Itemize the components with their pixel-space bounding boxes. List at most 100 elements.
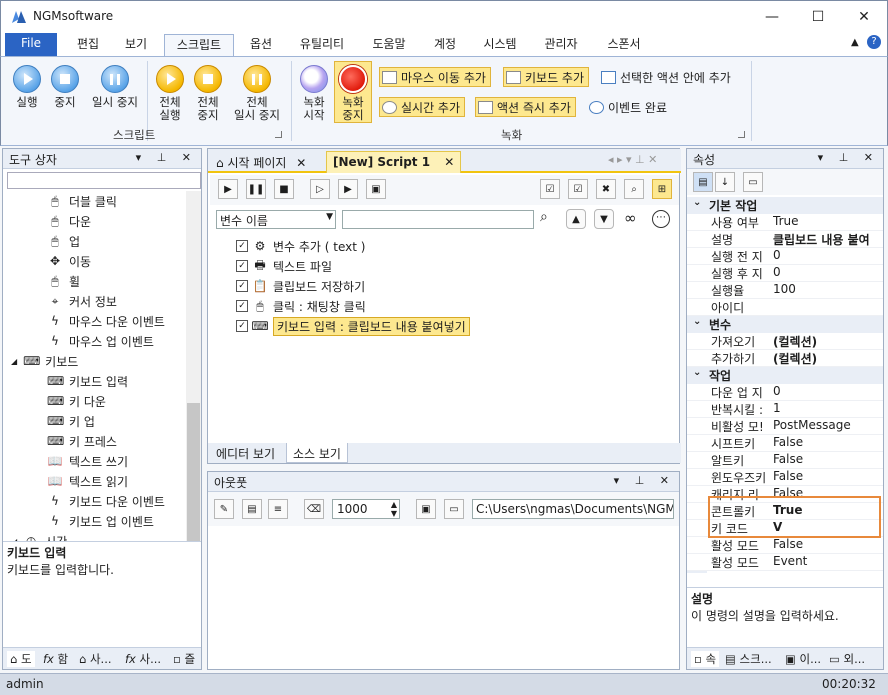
record-stop-button[interactable]: 녹화 중지	[335, 65, 371, 122]
toolbox-item[interactable]: ✥ 이동	[3, 251, 185, 271]
tab-favorites[interactable]: ▫ 즐	[173, 651, 195, 667]
property-row[interactable]: 가져오기 (컬렉션)	[687, 333, 883, 350]
property-pages-icon[interactable]: ▭	[743, 172, 763, 192]
property-row[interactable]: 추가하기 (컬렉션)	[687, 350, 883, 367]
property-row[interactable]: 알트키 False	[687, 452, 883, 469]
toolbox-item[interactable]: ⌨ 키 프레스	[3, 431, 185, 451]
add-mouse-move-button[interactable]: 마우스 이동 추가	[379, 67, 491, 87]
script-row[interactable]: ✓ 🖱 클릭 : 채팅창 클릭	[236, 297, 366, 315]
new-log-icon[interactable]: ▤	[242, 499, 262, 519]
property-row[interactable]: 윈도우즈키 False	[687, 469, 883, 486]
property-row[interactable]: 활성 모드 False	[687, 537, 883, 554]
check-icon[interactable]: ☑	[568, 179, 588, 199]
open-folder-icon[interactable]: ▭	[444, 499, 464, 519]
add-in-selected-button[interactable]: 선택한 액션 안에 추가	[599, 67, 735, 87]
toolbox-item[interactable]: ⌨ 키 다운	[3, 391, 185, 411]
toolbox-item[interactable]: 📖 텍스트 읽기	[3, 471, 185, 491]
stepper-arrows-icon[interactable]: ▲ ▼	[391, 500, 397, 518]
editor-pause-icon[interactable]: ❚❚	[246, 179, 266, 199]
script-row[interactable]: ✓ ⚙ 변수 추가 ( text )	[236, 237, 365, 255]
tab-sponsor[interactable]: 스폰서	[597, 34, 651, 56]
property-value[interactable]: False	[773, 435, 883, 449]
variable-value-input[interactable]	[342, 210, 534, 229]
toolbox-item[interactable]: 🖱 휠	[3, 271, 185, 291]
close-button[interactable]: ✕	[841, 1, 887, 33]
help-icon[interactable]: ?	[867, 35, 881, 49]
run-button[interactable]: 실행	[7, 65, 47, 109]
property-row[interactable]: 실행 후 지 0	[687, 265, 883, 282]
collapse-icon[interactable]: ⌄	[693, 316, 701, 327]
tab-properties[interactable]: ▫ 속	[691, 651, 720, 667]
tab-utility[interactable]: 유틸리티	[291, 34, 353, 56]
property-value[interactable]: 1	[773, 401, 883, 415]
eraser-icon[interactable]: ⌫	[304, 499, 324, 519]
add-action-now-button[interactable]: 액션 즉시 추가	[475, 97, 576, 117]
loop-icon[interactable]: ∞	[624, 209, 637, 227]
toolbox-item[interactable]: 🖱 다운	[3, 211, 185, 231]
tab-images[interactable]: ▣ 이...	[785, 651, 821, 667]
editor-stop-icon[interactable]: ■	[274, 179, 294, 199]
tab-nav-icons[interactable]: ◂ ▸ ▾ ⊥ ✕	[608, 153, 657, 166]
property-category[interactable]: ⌄ 작업	[687, 367, 883, 384]
property-value[interactable]: 100	[773, 282, 883, 296]
tab-file[interactable]: File	[5, 33, 57, 56]
row-checkbox[interactable]: ✓	[236, 300, 248, 312]
run-all-button[interactable]: 전체 실행	[151, 65, 189, 122]
maximize-button[interactable]: ☐	[795, 1, 841, 33]
panel-controls[interactable]: ▾ ⊥ ✕	[614, 474, 675, 487]
pause-button[interactable]: 일시 중지	[87, 65, 143, 109]
tab-source-view[interactable]: 소스 보기	[286, 443, 348, 463]
toolbox-item[interactable]: ϟ 키보드 업 이벤트	[3, 511, 185, 531]
tab-users[interactable]: ⌂ 사...	[79, 651, 112, 667]
delete-icon[interactable]: ✖	[596, 179, 616, 199]
toolbox-search-input[interactable]	[7, 172, 201, 189]
record-group-launcher-icon[interactable]	[738, 131, 745, 138]
property-row[interactable]: 비활성 모! PostMessage	[687, 418, 883, 435]
tab-system[interactable]: 시스템	[475, 34, 525, 56]
tab-script-1[interactable]: [New] Script 1 ✕	[326, 151, 462, 173]
script-row[interactable]: ✓ 📋 클립보드 저장하기	[236, 277, 365, 295]
property-value[interactable]: 0	[773, 248, 883, 262]
search-icon[interactable]: ⌕	[540, 209, 548, 225]
property-value[interactable]: (컬렉션)	[773, 350, 883, 367]
property-category[interactable]: ⌄ 기본 작업	[687, 197, 883, 214]
script-row[interactable]: ✓ 🖶 텍스트 파일	[236, 257, 332, 275]
property-row[interactable]: 활성 모드 Event	[687, 554, 883, 571]
script-row[interactable]: ✓ ⌨ 키보드 입력 : 클립보드 내용 붙여넣기	[236, 316, 470, 336]
move-up-icon[interactable]: ▲	[566, 209, 586, 229]
output-interval-stepper[interactable]: 1000 ▲ ▼	[332, 499, 400, 519]
tree-view-icon[interactable]: ⊞	[652, 179, 672, 199]
sort-az-icon[interactable]: ↓	[715, 172, 735, 192]
tab-user-functions[interactable]: fx 사...	[125, 651, 161, 667]
property-row[interactable]: 사용 여부 True	[687, 214, 883, 231]
editor-step-over-icon[interactable]: ▣	[366, 179, 386, 199]
wrap-lines-icon[interactable]: ≡	[268, 499, 288, 519]
property-row[interactable]: 실행율 100	[687, 282, 883, 299]
find-icon[interactable]: ⌕	[624, 179, 644, 199]
tab-editor-view[interactable]: 에디터 보기	[210, 443, 281, 463]
toolbox-item[interactable]: 🖱 더블 클릭	[3, 191, 185, 211]
toolbox-item[interactable]: ◢◷시간	[3, 531, 185, 541]
toolbox-item[interactable]: 📖 텍스트 쓰기	[3, 451, 185, 471]
save-icon[interactable]: ▣	[416, 499, 436, 519]
ribbon-collapse-icon[interactable]: ▲	[851, 37, 859, 48]
tab-scripts[interactable]: ▤ 스크...	[725, 651, 772, 667]
clear-output-icon[interactable]: ✎	[214, 499, 234, 519]
collapse-icon[interactable]: ⌄	[693, 367, 701, 378]
tab-edit[interactable]: 편집	[67, 34, 109, 56]
tab-start-page[interactable]: ⌂ 시작 페이지 ✕	[210, 151, 312, 173]
property-value[interactable]: Event	[773, 554, 883, 568]
property-value[interactable]: (컬렉션)	[773, 333, 883, 350]
row-checkbox[interactable]: ✓	[236, 280, 248, 292]
add-realtime-button[interactable]: 실시간 추가	[379, 97, 466, 117]
property-value[interactable]: False	[773, 537, 883, 551]
tab-view[interactable]: 보기	[115, 34, 157, 56]
event-done-button[interactable]: 이벤트 완료	[587, 97, 671, 117]
row-checkbox[interactable]: ✓	[236, 260, 248, 272]
tab-options[interactable]: 옵션	[241, 34, 281, 56]
property-row[interactable]: 설명 클립보드 내용 붙여	[687, 231, 883, 248]
toolbox-item[interactable]: ϟ 마우스 다운 이벤트	[3, 311, 185, 331]
property-value[interactable]: PostMessage	[773, 418, 883, 432]
record-start-button[interactable]: 녹화 시작	[297, 65, 331, 122]
editor-play-icon[interactable]: ▶	[218, 179, 238, 199]
